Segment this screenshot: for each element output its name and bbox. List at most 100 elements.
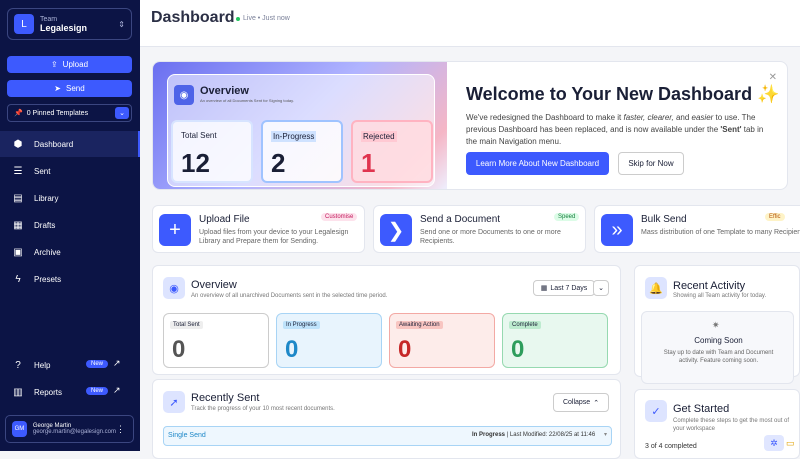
dashboard-icon: ⬢ — [13, 138, 23, 150]
recently-sent-panel: ➚ Recently Sent Track the progress of yo… — [152, 379, 621, 459]
send-arrow-icon: ❯ — [380, 214, 412, 246]
card-value: 1 — [361, 148, 376, 178]
nav-label: Sent — [34, 166, 51, 176]
bell-icon: 🔔 — [645, 277, 667, 299]
team-label: Team — [40, 15, 58, 23]
team-name: Legalesign — [40, 22, 88, 33]
desc-part: We've redesigned the Dashboard to make i… — [466, 113, 624, 122]
live-dot-icon — [236, 16, 240, 21]
pinned-label: 0 Pinned Templates — [26, 109, 89, 117]
send-document-card[interactable]: ❯ Send a Document Send one or more Docum… — [373, 205, 586, 253]
team-switcher[interactable]: L Team Legalesign ⇕ — [7, 8, 132, 40]
table-row[interactable]: Single Send In Progress | Last Modified:… — [163, 426, 612, 446]
coming-soon-desc: Stay up to date with Team and Document a… — [663, 350, 774, 364]
card-title: Send a Document — [420, 214, 501, 225]
bulk-send-card[interactable]: » Bulk Send Mass distribution of one Tem… — [594, 205, 800, 253]
card-value: 12 — [181, 148, 210, 178]
sidebar-item-reports[interactable]: ▥ Reports New ↗ — [0, 379, 140, 405]
assistant-icon[interactable]: ✲ — [764, 435, 784, 451]
stat-label: In Progress — [283, 321, 320, 329]
user-email: george.martin@legalesign.com — [32, 429, 116, 435]
card-value: 2 — [271, 148, 286, 178]
sidebar-item-archive[interactable]: ▣ Archive — [0, 239, 140, 265]
avatar: GM — [12, 421, 27, 437]
nav-label: Dashboard — [34, 139, 74, 149]
desc-part: and — [673, 113, 692, 122]
welcome-illustration: ◉ Overview An overview of all Documents … — [153, 62, 447, 189]
header: Dashboard Live • Just now — [140, 0, 800, 47]
location-pin-icon: ◉ — [174, 85, 194, 105]
help-icon: ? — [15, 359, 21, 371]
send-button[interactable]: ➤ Send — [7, 80, 132, 97]
recent-activity-subtitle: Showing all Team activity for today. — [673, 293, 767, 299]
upload-button[interactable]: ⇪ Upload — [7, 56, 132, 73]
sidebar-item-sent[interactable]: ☰ Sent — [0, 158, 140, 184]
main: Dashboard Live • Just now ◉ Overview An … — [140, 0, 800, 459]
card-title: Bulk Send — [641, 214, 687, 225]
stat-value: 0 — [285, 336, 299, 363]
upload-icon: ⇪ — [50, 60, 58, 69]
recent-activity-panel: 🔔 Recent Activity Showing all Team activ… — [634, 265, 800, 384]
welcome-banner: ◉ Overview An overview of all Documents … — [152, 61, 788, 190]
close-icon[interactable]: ✕ — [769, 72, 777, 83]
user-menu[interactable]: GM George Martin george.martin@legalesig… — [5, 415, 134, 443]
stat-label: Total Sent — [170, 321, 203, 329]
reports-icon: ▥ — [13, 386, 23, 398]
new-badge: New — [86, 387, 109, 395]
stat-in-progress[interactable]: In Progress 0 — [276, 313, 382, 368]
badge: Customise — [321, 213, 358, 221]
skip-button[interactable]: Skip for Now — [618, 152, 684, 175]
stat-value: 0 — [511, 336, 525, 363]
nav-label: Archive — [34, 247, 61, 257]
collapse-button[interactable]: Collapse ⌃ — [553, 393, 609, 412]
desc-em: faster, clearer, — [623, 113, 674, 122]
list-icon: ☰ — [13, 165, 23, 177]
upload-label: Upload — [62, 60, 89, 69]
chevron-down-icon[interactable]: ⌄ — [115, 107, 129, 119]
chat-icon[interactable]: ▭ — [786, 438, 798, 450]
desc-em: easier — [691, 113, 714, 122]
badge: Effic — [765, 213, 785, 221]
location-pin-icon: ◉ — [163, 277, 185, 299]
chevron-up-icon: ⌃ — [593, 399, 600, 407]
date-range-select[interactable]: ▦ Last 7 Days — [533, 280, 595, 296]
expand-icon: ▾ — [604, 432, 608, 438]
recently-sent-title: Recently Sent — [191, 392, 260, 404]
sidebar-item-presets[interactable]: ϟ Presets — [0, 266, 140, 292]
sparkle-icon: ✷ — [712, 320, 720, 330]
check-circle-icon: ✓ — [645, 400, 667, 422]
stat-total-sent[interactable]: Total Sent 0 — [163, 313, 269, 368]
nav-label: Presets — [34, 274, 62, 284]
welcome-title: Welcome to Your New Dashboard ✨ — [466, 84, 780, 104]
sidebar-item-library[interactable]: ▤ Library — [0, 185, 140, 211]
upload-file-card[interactable]: + Upload File Upload files from your dev… — [152, 205, 365, 253]
stat-awaiting-action[interactable]: Awaiting Action 0 — [389, 313, 495, 368]
card-desc: Send one or more Documents to one or mor… — [420, 229, 561, 245]
sidebar-item-drafts[interactable]: ▦ Drafts — [0, 212, 140, 238]
sidebar-item-dashboard[interactable]: ⬢ Dashboard — [0, 131, 140, 157]
more-icon[interactable]: ⋮ — [116, 424, 125, 435]
coming-soon-box: ✷ Coming Soon Stay up to date with Team … — [641, 311, 794, 384]
folder-icon: ▤ — [13, 192, 23, 204]
card-title: Upload File — [199, 214, 250, 225]
card-label: In-Progress — [271, 131, 317, 142]
chevron-down-icon[interactable]: ⌄ — [593, 280, 609, 296]
coming-soon-title: Coming Soon — [694, 336, 743, 345]
stat-complete[interactable]: Complete 0 — [502, 313, 608, 368]
new-badge: New — [86, 360, 109, 368]
sidebar-item-help[interactable]: ? Help New ↗ — [0, 352, 140, 378]
help-label: Help — [34, 360, 51, 370]
learn-more-button[interactable]: Learn More About New Dashboard — [466, 152, 609, 175]
stat-label: Complete — [509, 321, 541, 329]
card-desc: Mass distribution of one Template to man… — [641, 229, 800, 236]
pin-icon: 📌 — [14, 110, 23, 117]
recent-activity-title: Recent Activity — [673, 280, 746, 292]
drafts-icon: ▦ — [13, 219, 23, 231]
get-started-progress: 3 of 4 completed — [645, 443, 697, 450]
card-label: Total Sent — [181, 131, 217, 140]
stat-value: 0 — [398, 336, 412, 363]
pinned-templates[interactable]: 📌 0 Pinned Templates ⌄ — [7, 104, 132, 122]
card-label: Rejected — [361, 131, 397, 142]
reports-label: Reports — [34, 387, 63, 397]
live-status-text: Live • Just now — [243, 15, 290, 22]
